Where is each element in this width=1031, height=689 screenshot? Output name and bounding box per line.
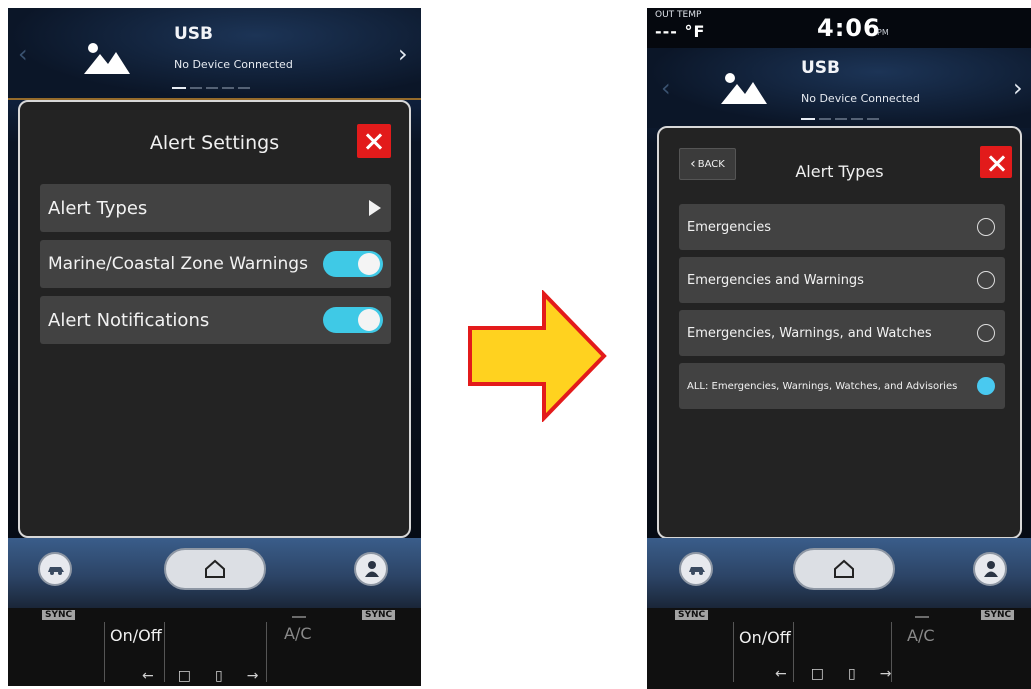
previous-source-icon[interactable]: ‹ [18, 40, 28, 68]
person-icon [365, 561, 379, 577]
radio-button[interactable] [977, 218, 995, 236]
option-label: Emergencies [687, 219, 772, 235]
climate-on-off-button[interactable]: On/Off [110, 626, 162, 645]
divider [104, 622, 105, 682]
page-indicator [801, 118, 879, 120]
media-source-title: USB [174, 24, 214, 44]
dialog-title: Alert Settings [149, 132, 280, 154]
sync-right-badge[interactable]: SYNC [981, 610, 1015, 620]
sync-left-badge[interactable]: SYNC [675, 610, 709, 620]
radio-button[interactable] [977, 271, 995, 289]
sync-right-badge[interactable]: SYNC [362, 610, 396, 620]
media-source-title: USB [801, 58, 841, 78]
media-source-bar: ‹ USB No Device Connected › [647, 48, 1031, 128]
radio-button-selected[interactable] [977, 377, 995, 395]
picture-icon [84, 43, 130, 74]
option-label: ALL: Emergencies, Warnings, Watches, and… [687, 380, 958, 392]
picture-icon [721, 73, 767, 104]
option-label: Emergencies, Warnings, and Watches [687, 325, 932, 341]
page-indicator [172, 87, 250, 89]
row-label: Alert Notifications [48, 309, 210, 331]
arrow-left-icon[interactable]: ← [142, 668, 154, 684]
clock-time: 4:06 [817, 14, 881, 42]
car-button[interactable] [679, 552, 713, 586]
media-source-bar: ‹ USB No Device Connected › [8, 8, 421, 100]
alert-settings-screen: ‹ USB No Device Connected › Alert Settin… [8, 8, 421, 686]
status-bar: OUT TEMP --- °F 4:06 PM [647, 8, 1031, 48]
home-button[interactable] [164, 548, 266, 590]
alert-notifications-row: Alert Notifications [40, 296, 391, 344]
close-icon[interactable] [357, 124, 391, 158]
ac-indicator [915, 616, 929, 618]
defrost-icon[interactable]: ▯ [848, 666, 856, 682]
outside-temp-value: --- °F [655, 22, 706, 41]
home-button[interactable] [793, 548, 895, 590]
bottom-nav-bar [647, 538, 1031, 608]
alert-settings-dialog: Alert Settings Alert Types Marine/Coasta… [18, 100, 411, 538]
play-arrow-icon [369, 200, 381, 216]
dialog-title: Alert Types [795, 162, 884, 181]
sync-left-badge[interactable]: SYNC [42, 610, 76, 620]
media-source-status: No Device Connected [801, 92, 920, 105]
car-icon [689, 567, 705, 575]
ac-button[interactable]: A/C [284, 624, 312, 643]
car-icon [48, 567, 64, 575]
option-emergencies-warnings-watches[interactable]: Emergencies, Warnings, and Watches [679, 310, 1005, 356]
transition-arrow-icon [468, 290, 607, 422]
vent-icon[interactable]: □ [178, 668, 191, 684]
alert-types-dialog: ‹ BACK Alert Types Emergencies Emergenci… [657, 126, 1022, 539]
close-icon[interactable] [980, 146, 1012, 178]
ac-indicator [292, 616, 306, 618]
marine-coastal-toggle[interactable] [323, 251, 383, 277]
arrow-right-icon[interactable]: → [880, 666, 892, 682]
climate-control-bar: SYNC SYNC On/Off A/C ← □ ▯ → [8, 608, 421, 686]
car-button[interactable] [38, 552, 72, 586]
option-label: Emergencies and Warnings [687, 272, 864, 288]
marine-coastal-warnings-row: Marine/Coastal Zone Warnings [40, 240, 391, 288]
next-source-icon[interactable]: › [1013, 74, 1023, 102]
alert-notifications-toggle[interactable] [323, 307, 383, 333]
climate-control-bar: SYNC SYNC On/Off A/C ← □ ▯ → [647, 608, 1031, 689]
radio-button[interactable] [977, 324, 995, 342]
divider [266, 622, 267, 682]
profile-button[interactable] [973, 552, 1007, 586]
home-icon [205, 559, 225, 578]
vent-icon[interactable]: □ [811, 666, 824, 682]
climate-mode-icons: ← □ ▯ → [775, 666, 891, 682]
profile-button[interactable] [354, 552, 388, 586]
arrow-right-icon[interactable]: → [247, 668, 259, 684]
climate-mode-icons: ← □ ▯ → [142, 668, 258, 684]
person-icon [984, 561, 998, 577]
divider [733, 622, 734, 682]
home-icon [834, 559, 854, 578]
row-label: Alert Types [48, 197, 148, 219]
option-emergencies[interactable]: Emergencies [679, 204, 1005, 250]
next-source-icon[interactable]: › [398, 40, 408, 68]
alert-types-row[interactable]: Alert Types [40, 184, 391, 232]
arrow-left-icon[interactable]: ← [775, 666, 787, 682]
option-all-alerts[interactable]: ALL: Emergencies, Warnings, Watches, and… [679, 363, 1005, 409]
alert-types-screen: OUT TEMP --- °F 4:06 PM ‹ USB No Device … [647, 8, 1031, 689]
row-label: Marine/Coastal Zone Warnings [48, 254, 308, 274]
defrost-icon[interactable]: ▯ [215, 668, 223, 684]
previous-source-icon[interactable]: ‹ [661, 74, 671, 102]
clock-ampm: PM [877, 28, 889, 37]
bottom-nav-bar [8, 538, 421, 608]
media-source-status: No Device Connected [174, 58, 293, 71]
ac-button[interactable]: A/C [907, 626, 935, 645]
option-emergencies-warnings[interactable]: Emergencies and Warnings [679, 257, 1005, 303]
outside-temp-label: OUT TEMP [655, 10, 702, 20]
climate-on-off-button[interactable]: On/Off [739, 628, 791, 647]
